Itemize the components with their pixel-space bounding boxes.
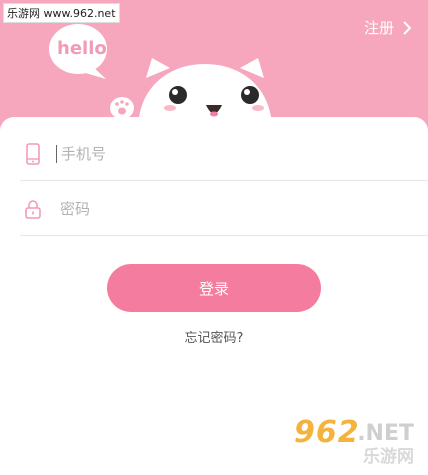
watermark-name: 乐游网 [363,447,414,467]
register-label: 注册 [363,19,394,37]
watermark-logo: 962 .NET 乐游网 [294,415,418,467]
register-link[interactable]: 注册 [364,17,412,38]
login-screen: 乐游网 www.962.net 注册 hello 手机号 登录 忘记密码? 96… [0,0,428,475]
chevron-right-icon [403,20,412,35]
forgot-password-link[interactable]: 忘记密码? [0,327,428,346]
password-field-row [20,183,428,236]
phone-icon [22,143,44,165]
password-input[interactable] [58,199,362,219]
bubble-text: hello [57,38,107,59]
phone-field-row [20,128,428,181]
watermark-top: 乐游网 www.962.net [3,3,120,23]
login-button[interactable]: 登录 [107,264,321,312]
lock-icon [22,198,44,220]
text-caret [56,145,57,163]
phone-input[interactable] [59,144,363,164]
hello-speech-bubble: hello [48,22,112,80]
watermark-number: 962 [294,415,360,450]
header-banner: 乐游网 www.962.net 注册 hello [0,0,428,135]
